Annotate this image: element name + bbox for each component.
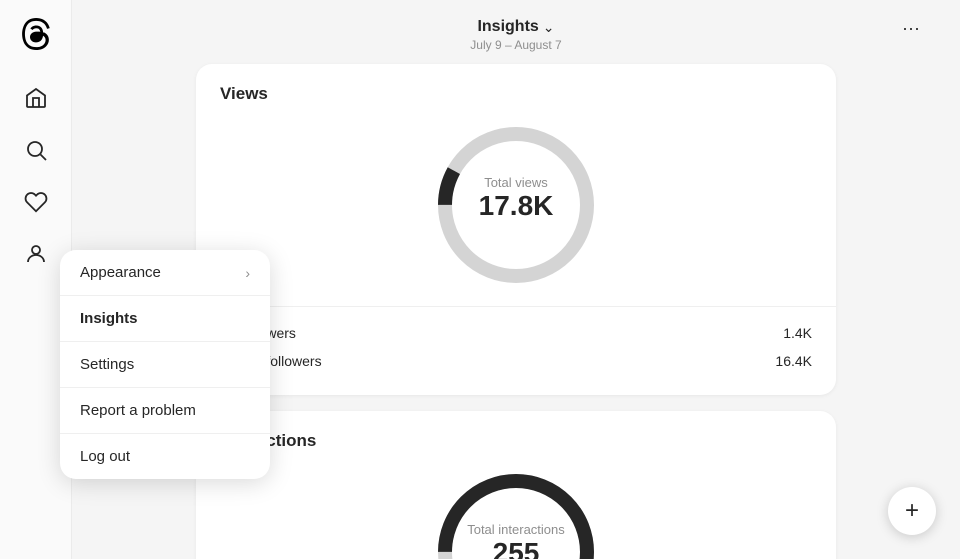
top-bar: Insights ⌄ July 9 – August 7 ··· (72, 10, 960, 56)
popup-item-appearance[interactable]: Appearance › (60, 250, 270, 295)
chevron-right-icon: › (245, 265, 250, 281)
popup-item-settings[interactable]: Settings (60, 342, 270, 387)
nonfollowers-value: 16.4K (775, 353, 812, 369)
views-donut-chart: Total views 17.8K (431, 120, 601, 290)
threads-logo[interactable] (18, 16, 54, 52)
title-chevron-icon[interactable]: ⌄ (543, 19, 555, 36)
interactions-donut-chart: Total interactions 255 (431, 467, 601, 559)
views-card: Views Total views 17.8K (196, 64, 836, 395)
sidebar-nav (14, 76, 58, 543)
popup-item-logout[interactable]: Log out (60, 434, 270, 479)
views-card-title: Views (220, 84, 812, 104)
popup-item-report[interactable]: Report a problem (60, 388, 270, 433)
views-donut-label: Total views (461, 175, 571, 190)
popup-item-insights[interactable]: Insights (60, 296, 270, 341)
fab-button[interactable]: + (888, 487, 936, 535)
interactions-donut-value: 255 (451, 537, 581, 559)
sidebar-item-home[interactable] (14, 76, 58, 120)
views-donut-wrap: Total views 17.8K (220, 120, 812, 290)
popup-menu: Appearance › Insights Settings Report a … (60, 250, 270, 479)
date-range: July 9 – August 7 (470, 38, 561, 52)
interactions-donut-wrap: Total interactions 255 (220, 467, 812, 559)
page-title: Insights (477, 18, 538, 36)
sidebar-item-profile[interactable] (14, 232, 58, 276)
more-options-button[interactable]: ··· (902, 18, 920, 39)
interactions-card: Interactions Total interactions 255 (196, 411, 836, 559)
sidebar: Appearance › Insights Settings Report a … (0, 0, 72, 559)
interactions-card-title: Interactions (220, 431, 812, 451)
followers-value: 1.4K (783, 325, 812, 341)
views-stat-nonfollowers: Non-followers 16.4K (220, 347, 812, 375)
sidebar-item-search[interactable] (14, 128, 58, 172)
sidebar-item-activity[interactable] (14, 180, 58, 224)
views-stat-followers: Followers 1.4K (220, 319, 812, 347)
views-donut-value: 17.8K (461, 190, 571, 222)
cards-container: Views Total views 17.8K (196, 56, 836, 559)
views-divider (196, 306, 836, 307)
interactions-donut-label: Total interactions (451, 522, 581, 537)
